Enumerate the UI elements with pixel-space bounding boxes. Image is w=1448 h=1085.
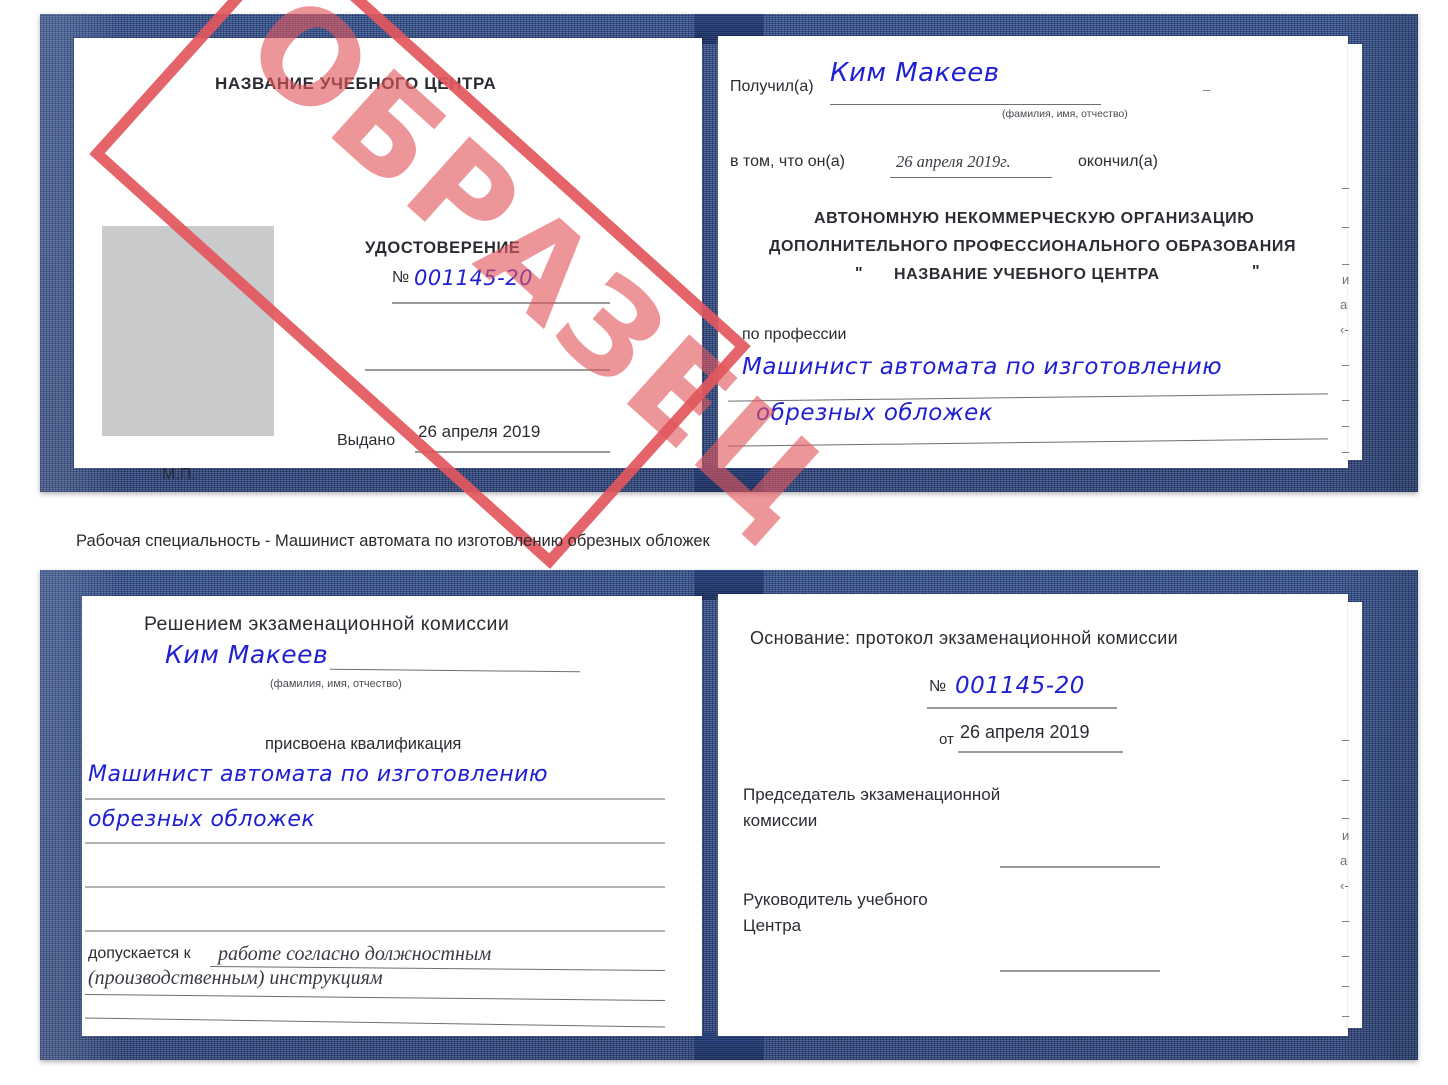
back-number-rule bbox=[927, 707, 1117, 709]
back-rule-2 bbox=[85, 842, 665, 844]
back-page-stack bbox=[1348, 602, 1362, 1028]
back-rule-1 bbox=[85, 798, 665, 800]
back-number-label: № bbox=[929, 678, 947, 695]
front-profession-line-1: Машинист автомата по изготовлению bbox=[742, 354, 1223, 380]
back-qualification-label: присвоена квалификация bbox=[265, 735, 462, 753]
back-date-label: от bbox=[939, 731, 954, 748]
back-basis-label: Основание: протокол экзаменационной коми… bbox=[750, 628, 1178, 648]
back-edge-tick-8: – bbox=[1342, 948, 1350, 963]
back-number-value: 001145-20 bbox=[955, 673, 1085, 699]
back-chairman-line-2: комиссии bbox=[743, 811, 818, 830]
back-edge-tick-1: – bbox=[1342, 732, 1350, 747]
back-edge-tick-2: – bbox=[1342, 772, 1350, 787]
back-allowed-value-2: (производственным) инструкциям bbox=[88, 967, 383, 989]
front-right-artifact-dash-0: – bbox=[1203, 82, 1211, 97]
front-edge-tick-7: – bbox=[1342, 357, 1350, 372]
back-edge-tick-3: – bbox=[1342, 810, 1350, 825]
front-edge-tick-6: ‹- bbox=[1340, 322, 1349, 337]
back-edge-tick-4: и bbox=[1342, 828, 1350, 843]
back-qualification-line-2: обрезных обложек bbox=[88, 807, 316, 832]
front-profession-label: по профессии bbox=[742, 326, 847, 343]
back-qualification-line-1: Машинист автомата по изготовлению bbox=[88, 762, 548, 787]
back-rule-3 bbox=[85, 886, 665, 888]
back-allowed-label: допускается к bbox=[88, 945, 191, 962]
back-edge-tick-10: – bbox=[1342, 1008, 1350, 1023]
front-edge-tick-4: и bbox=[1342, 272, 1350, 287]
back-allowed-value-1: работе согласно должностным bbox=[218, 943, 492, 965]
front-issued-label: Выдано bbox=[337, 432, 396, 449]
back-rule-4 bbox=[85, 930, 665, 932]
front-edge-tick-1: – bbox=[1342, 180, 1350, 195]
back-gutter bbox=[716, 596, 718, 1036]
front-blank-rule-1 bbox=[365, 369, 610, 371]
back-name-hint: (фамилия, имя, отчество) bbox=[270, 678, 402, 690]
front-org-quote-open: " bbox=[855, 265, 863, 282]
front-inthat-label: в том, что он(а) bbox=[730, 153, 845, 170]
front-completed-rule bbox=[890, 177, 1052, 178]
back-date-rule bbox=[958, 751, 1123, 753]
front-edge-tick-2: – bbox=[1342, 219, 1350, 234]
back-director-sign-rule bbox=[1000, 970, 1160, 972]
back-name: Ким Макеев bbox=[165, 640, 329, 669]
back-chairman-line-1: Председатель экзаменационной bbox=[743, 785, 1001, 804]
back-edge-tick-9: – bbox=[1342, 978, 1350, 993]
back-director-line-1: Руководитель учебного bbox=[743, 890, 928, 909]
front-edge-tick-8: – bbox=[1342, 392, 1350, 407]
back-edge-tick-7: – bbox=[1342, 913, 1350, 928]
front-number-label: № bbox=[392, 269, 410, 286]
front-finished-label: окончил(а) bbox=[1078, 153, 1158, 170]
front-org-line-2: ДОПОЛНИТЕЛЬНОГО ПРОФЕССИОНАЛЬНОГО ОБРАЗО… bbox=[769, 238, 1297, 255]
front-number-rule bbox=[392, 302, 610, 304]
front-center-name: НАЗВАНИЕ УЧЕБНОГО ЦЕНТРА bbox=[215, 74, 497, 93]
back-heading: Решением экзаменационной комиссии bbox=[144, 613, 510, 635]
back-director-line-2: Центра bbox=[743, 916, 802, 935]
front-number-value: 001145-20 bbox=[414, 266, 533, 290]
front-edge-tick-9: – bbox=[1342, 418, 1350, 433]
front-issued-rule bbox=[415, 451, 610, 453]
front-completed-date: 26 апреля 2019г. bbox=[896, 152, 1011, 171]
spine-tab-bottom-front bbox=[695, 464, 763, 492]
front-received-label: Получил(а) bbox=[730, 78, 814, 95]
front-org-line-3: НАЗВАНИЕ УЧЕБНОГО ЦЕНТРА bbox=[894, 266, 1160, 283]
certificate-front-book: НАЗВАНИЕ УЧЕБНОГО ЦЕНТРА УДОСТОВЕРЕНИЕ №… bbox=[40, 14, 1418, 492]
front-received-name: Ким Макеев bbox=[830, 58, 1000, 88]
front-edge-tick-5: a bbox=[1340, 297, 1348, 312]
front-page-stack bbox=[1348, 44, 1362, 460]
front-seal-label: М.П. bbox=[162, 466, 196, 483]
front-edge-tick-3: – bbox=[1342, 256, 1350, 271]
front-issued-date: 26 апреля 2019 bbox=[418, 422, 541, 441]
front-gutter bbox=[716, 38, 718, 468]
front-profession-line-2: обрезных обложек bbox=[756, 400, 994, 426]
spine-tab-bottom-back bbox=[695, 1032, 763, 1060]
front-org-quote-close: " bbox=[1252, 263, 1260, 280]
front-photo-placeholder bbox=[102, 226, 274, 436]
certificate-back-book: Решением экзаменационной комиссии Ким Ма… bbox=[40, 570, 1418, 1060]
front-received-rule bbox=[830, 104, 1101, 105]
caption-text: Рабочая специальность - Машинист автомат… bbox=[76, 532, 710, 550]
front-org-line-1: АВТОНОМНУЮ НЕКОММЕРЧЕСКУЮ ОРГАНИЗАЦИЮ bbox=[814, 210, 1255, 227]
front-doc-title: УДОСТОВЕРЕНИЕ bbox=[365, 239, 521, 257]
front-name-hint: (фамилия, имя, отчество) bbox=[1002, 108, 1128, 120]
back-edge-tick-5: a bbox=[1340, 853, 1348, 868]
back-chairman-sign-rule bbox=[1000, 866, 1160, 868]
screenshot-root: НАЗВАНИЕ УЧЕБНОГО ЦЕНТРА УДОСТОВЕРЕНИЕ №… bbox=[0, 0, 1448, 1085]
front-edge-tick-10: – bbox=[1342, 444, 1350, 459]
back-date-value: 26 апреля 2019 bbox=[960, 722, 1090, 742]
back-edge-tick-6: ‹- bbox=[1340, 878, 1349, 893]
